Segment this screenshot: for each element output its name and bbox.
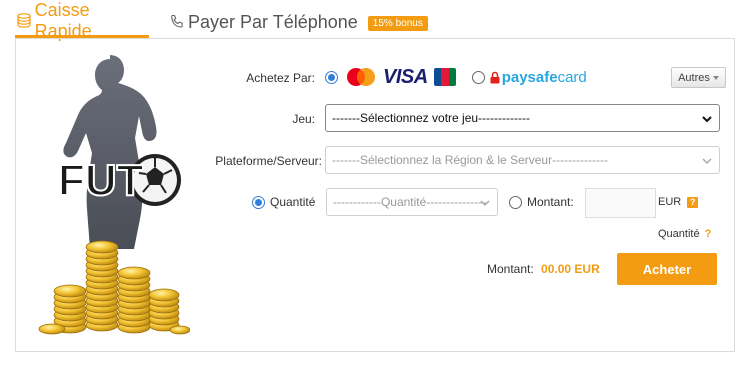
platform-label: Plateforme/Serveur: — [215, 154, 322, 168]
paysafecard-radio[interactable] — [471, 70, 485, 84]
quantity-radio-label: Quantité — [270, 195, 316, 209]
payment-method-label: Achetez Par: — [246, 71, 315, 85]
chevron-down-icon — [702, 158, 712, 165]
other-methods-label: Autres — [678, 71, 710, 84]
card-payment-radio[interactable] — [325, 70, 338, 84]
phone-icon — [168, 13, 186, 31]
payment-tabs: Caisse Rapide Payer Par Téléphone 15% bo… — [15, 0, 735, 41]
quantity-select-value: ------------Quantité--------------- — [333, 195, 487, 209]
quantity-link-label: Quantité — [658, 228, 700, 240]
caret-down-icon — [712, 75, 719, 80]
total-label: Montant: — [487, 262, 534, 276]
platform-select-value: -------Sélectionnez la Région & le Serve… — [332, 153, 609, 167]
payment-methods: VISA paysafecard — [325, 65, 587, 88]
bonus-badge: 15% bonus — [367, 15, 428, 31]
amount-input[interactable] — [585, 188, 656, 218]
quantity-option: Quantité — [252, 195, 315, 209]
tab-caisse-label: Caisse Rapide — [34, 0, 92, 41]
amount-radio-label: Montant: — [527, 195, 574, 209]
visa-icon: VISA — [383, 65, 428, 88]
jcb-icon — [433, 68, 456, 86]
gold-coins-icon — [38, 240, 191, 335]
fut-logo-icon: FUT — [57, 154, 181, 206]
chevron-down-icon — [702, 116, 712, 123]
currency-label: EUR — [658, 196, 682, 208]
game-select-value: -------Sélectionnez votre jeu-----------… — [332, 111, 530, 125]
total-amount: Montant: 00.00 EUR — [487, 262, 600, 276]
game-select[interactable]: -------Sélectionnez votre jeu-----------… — [325, 104, 720, 132]
other-methods-button[interactable]: Autres — [671, 67, 726, 88]
tab-payer-telephone[interactable]: Payer Par Téléphone 15% bonus — [168, 6, 428, 38]
coins-stack-icon — [15, 12, 33, 30]
paysafecard-lock-icon — [490, 71, 500, 84]
amount-option: Montant: — [509, 195, 574, 209]
quantity-help-link[interactable]: Quantité ? — [658, 228, 711, 240]
svg-text:FUT: FUT — [58, 156, 144, 205]
chevron-down-icon — [480, 200, 490, 207]
amount-radio[interactable] — [509, 195, 522, 209]
buy-button[interactable]: Acheter — [617, 253, 717, 285]
quantity-radio[interactable] — [252, 195, 265, 209]
fut-player-coins-illustration: FUT — [30, 45, 191, 335]
question-mark-icon: ? — [704, 228, 712, 240]
total-value: 00.00 EUR — [541, 262, 600, 276]
tab-phone-label: Payer Par Téléphone — [188, 11, 358, 32]
paysafecard-logo: paysafecard — [501, 68, 587, 86]
currency-group: EUR ? — [658, 196, 699, 208]
mastercard-icon — [344, 67, 378, 87]
tab-caisse-rapide[interactable]: Caisse Rapide — [15, 0, 149, 41]
help-icon[interactable]: ? — [687, 196, 699, 208]
platform-select[interactable]: -------Sélectionnez la Région & le Serve… — [325, 146, 720, 174]
game-label: Jeu: — [292, 112, 315, 126]
quantity-select[interactable]: ------------Quantité--------------- — [326, 188, 498, 216]
